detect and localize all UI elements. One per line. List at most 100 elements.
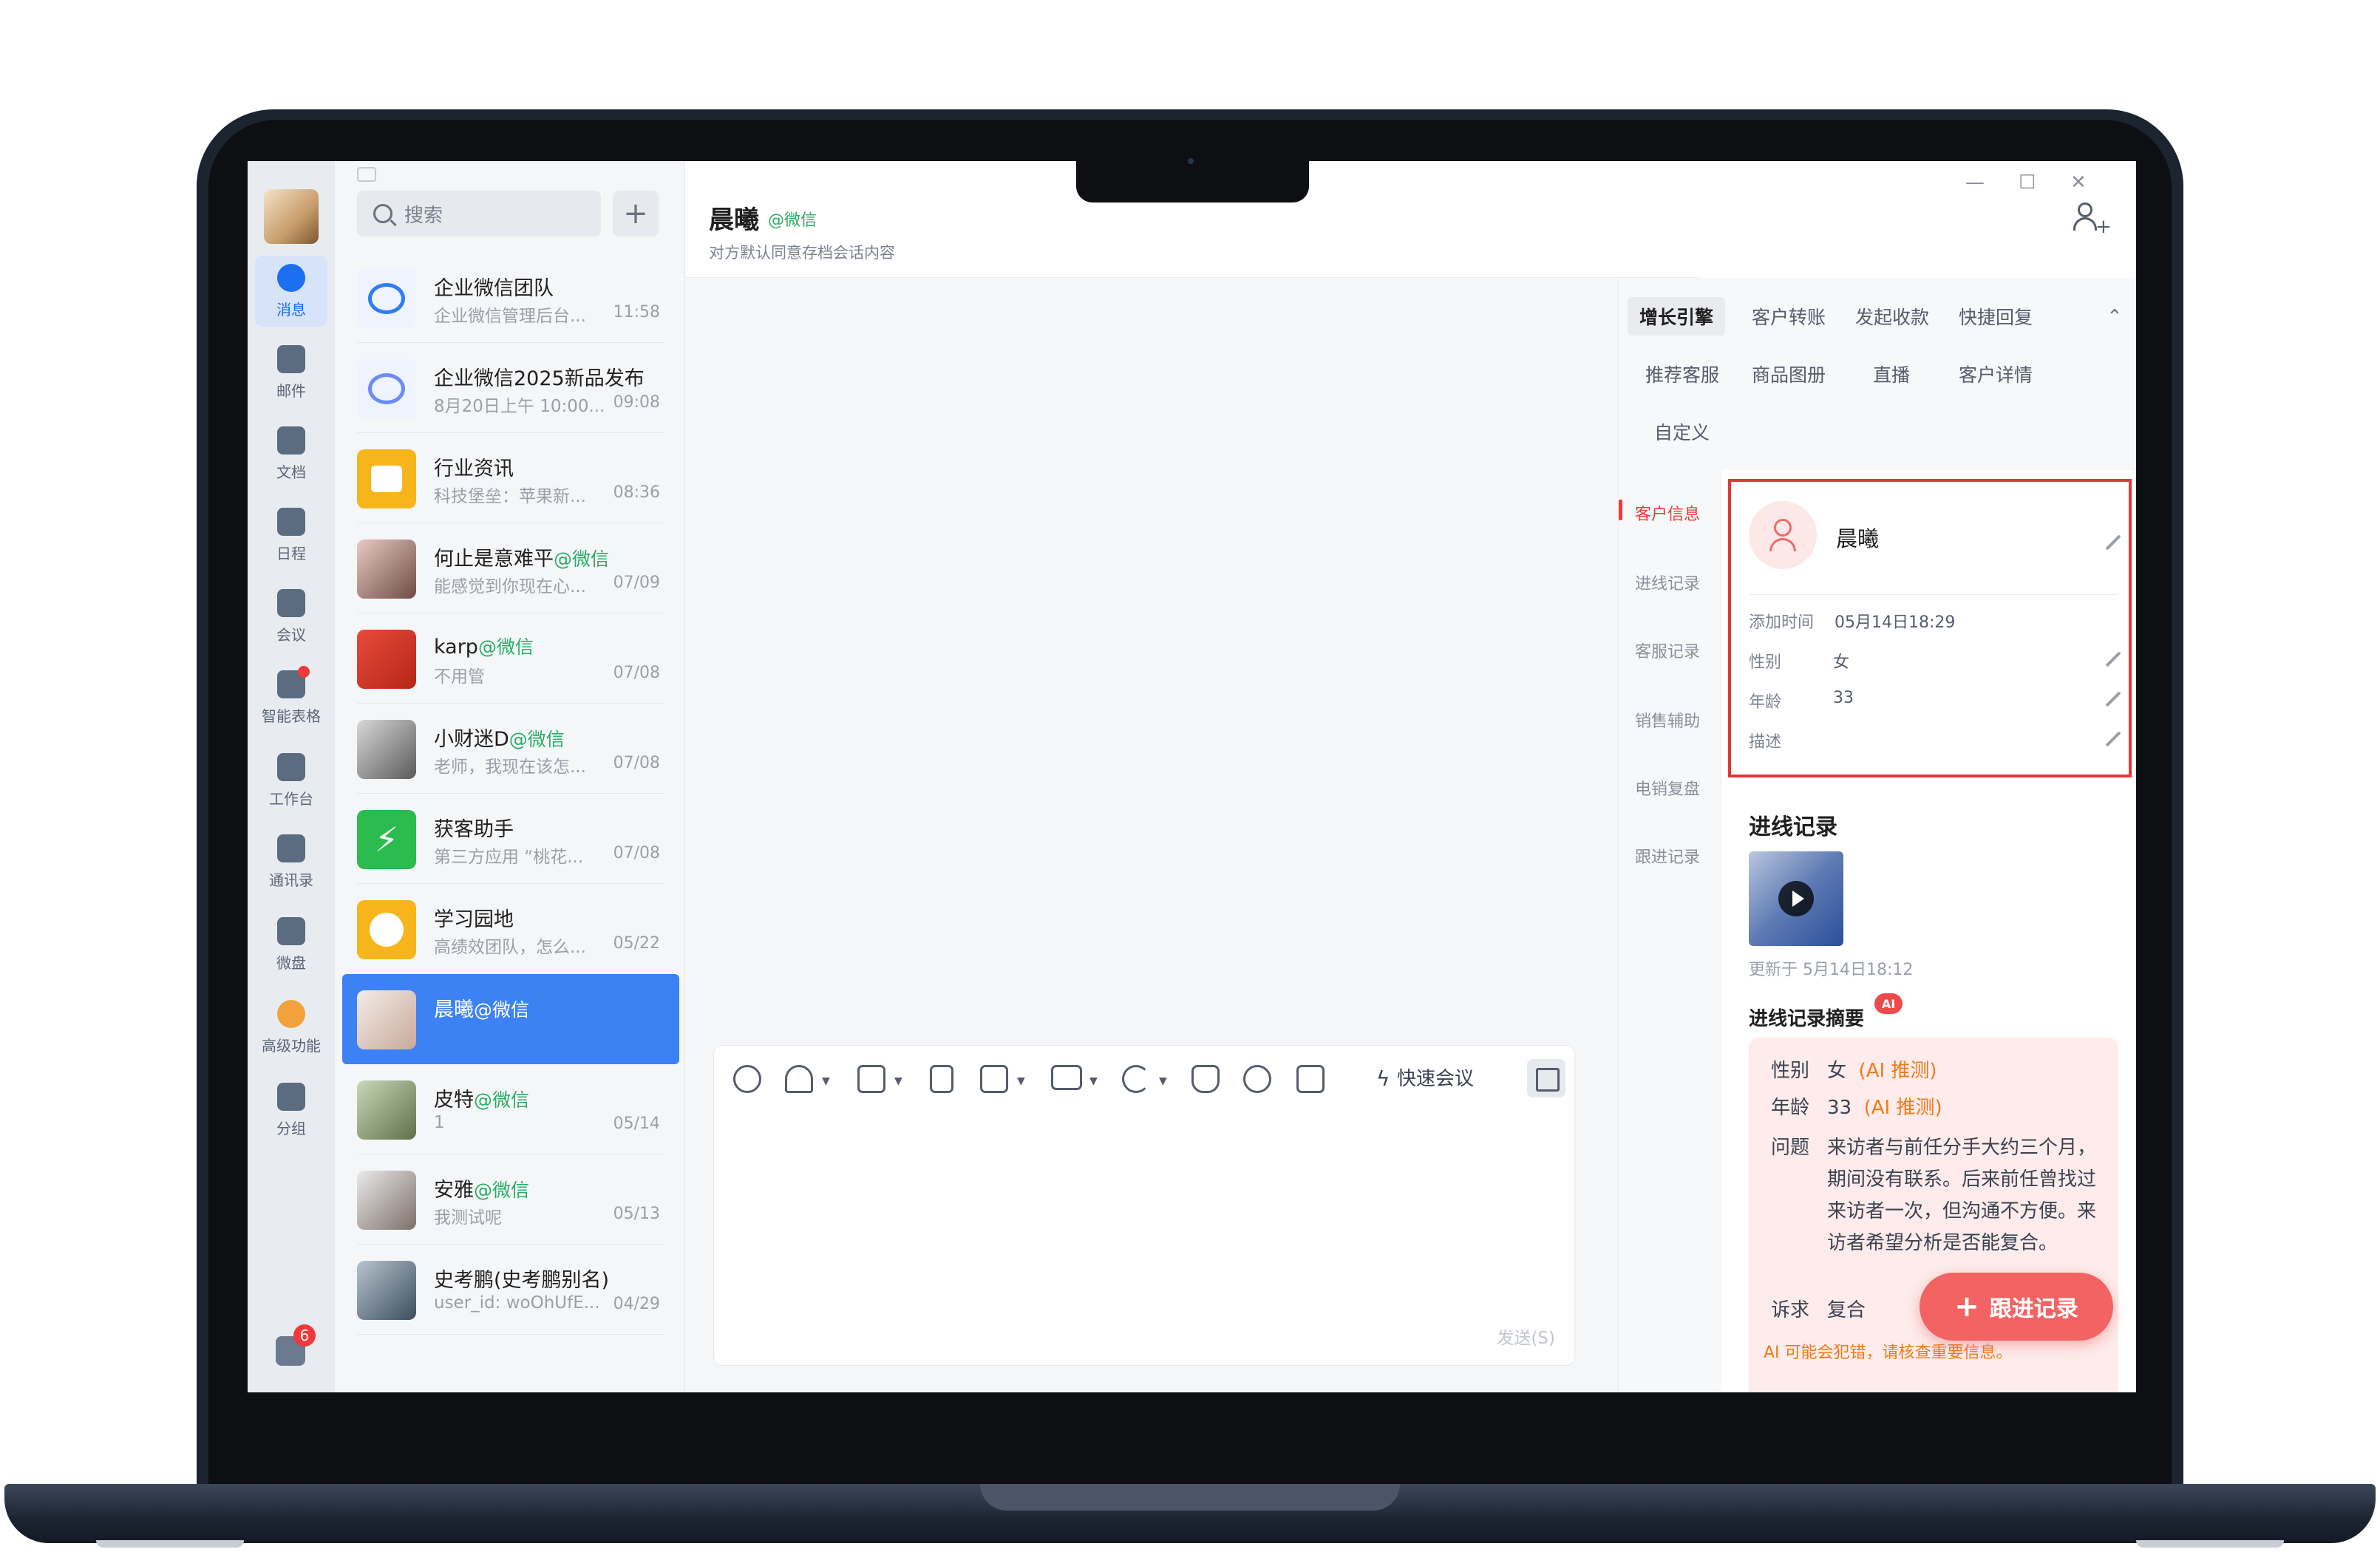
tab-recommend-service[interactable]: 推荐客服 bbox=[1645, 361, 1719, 387]
add-followup-button[interactable]: + 跟进记录 bbox=[1920, 1273, 2113, 1341]
rail-item-group[interactable]: 分组 bbox=[255, 1075, 327, 1146]
conversation-item[interactable]: 小财迷D@微信 老师，我现在该怎... 07/08 bbox=[342, 704, 679, 794]
rail-item-mail[interactable]: 邮件 bbox=[255, 337, 327, 408]
send-button[interactable]: 发送(S) bbox=[1497, 1324, 1555, 1349]
phone-icon[interactable] bbox=[1122, 1065, 1150, 1093]
chat-record-icon[interactable] bbox=[1296, 1065, 1325, 1093]
meeting-icon bbox=[277, 588, 305, 617]
vnav-inbound-records[interactable]: 进线记录 bbox=[1635, 571, 1700, 594]
vnav-telesales-review[interactable]: 电销复盘 bbox=[1635, 776, 1700, 800]
vnav-customer-info[interactable]: 客户信息 bbox=[1635, 501, 1700, 525]
conversation-preview: 1 bbox=[434, 1113, 445, 1132]
chevron-up-icon[interactable]: ⌃ bbox=[2107, 306, 2123, 328]
vnav-followup-records[interactable]: 跟进记录 bbox=[1635, 844, 1700, 868]
message-icon bbox=[277, 263, 305, 292]
quick-meeting-button[interactable]: 快速会议 bbox=[1397, 1063, 1474, 1091]
folder-icon[interactable] bbox=[1051, 1065, 1082, 1090]
side-panel-toggle-icon[interactable] bbox=[1527, 1059, 1565, 1097]
user-avatar[interactable] bbox=[264, 189, 319, 244]
avatar bbox=[357, 449, 416, 508]
planet-icon bbox=[370, 913, 404, 947]
avatar bbox=[357, 1080, 416, 1140]
rail-item-meeting[interactable]: 会议 bbox=[255, 581, 327, 652]
conversation-time: 04/29 bbox=[613, 1295, 660, 1313]
video-thumbnail[interactable] bbox=[1749, 851, 1843, 946]
rail-item-workbench[interactable]: 工作台 bbox=[255, 745, 327, 816]
image-icon[interactable] bbox=[857, 1065, 885, 1093]
conversation-item-selected[interactable]: 晨曦@微信 bbox=[342, 974, 679, 1064]
rail-item-messages[interactable]: 消息 bbox=[255, 256, 327, 327]
conversation-item[interactable]: 行业资讯 科技堡垒：苹果新... 08:36 bbox=[342, 433, 679, 523]
rail-label: 微盘 bbox=[276, 953, 306, 972]
note-icon[interactable] bbox=[930, 1065, 953, 1093]
rail-item-contacts[interactable]: 通讯录 bbox=[255, 826, 327, 897]
conversation-name: 史考鹏(史考鹏别名) bbox=[434, 1269, 610, 1292]
news-icon bbox=[371, 466, 402, 492]
conversation-preview: 我测试呢 bbox=[434, 1208, 502, 1228]
chat-title-tag: @微信 bbox=[768, 211, 817, 230]
collapse-icon[interactable] bbox=[357, 167, 376, 182]
conversation-item[interactable]: 企业微信2025新品发布 8月20日上午 10:00... 09:08 bbox=[342, 343, 679, 433]
tab-live[interactable]: 直播 bbox=[1873, 361, 1910, 387]
tab-product-album[interactable]: 商品图册 bbox=[1752, 361, 1826, 387]
conversation-item[interactable]: ⚡ 获客助手 第三方应用 “桃花... 07/08 bbox=[342, 794, 679, 884]
search-input[interactable]: 搜索 bbox=[357, 191, 601, 236]
rail-item-drive[interactable]: 微盘 bbox=[255, 909, 327, 980]
more-icon[interactable] bbox=[1243, 1065, 1271, 1093]
lightning-icon: ϟ bbox=[1376, 1066, 1390, 1091]
document-icon bbox=[277, 426, 305, 455]
tab-growth-engine[interactable]: 增长引擎 bbox=[1628, 297, 1726, 336]
close-button[interactable]: ✕ bbox=[2070, 171, 2087, 194]
vnav-service-records[interactable]: 客服记录 bbox=[1635, 639, 1700, 662]
summary-key: 性别 bbox=[1771, 1060, 1810, 1082]
avatar bbox=[357, 720, 416, 779]
conversation-time: 08:36 bbox=[613, 483, 660, 502]
vnav-sales-assist[interactable]: 销售辅助 bbox=[1635, 708, 1700, 732]
conversation-item[interactable]: 安雅@微信 我测试呢 05/13 bbox=[342, 1154, 679, 1245]
conversation-name: 企业微信团队 bbox=[434, 277, 554, 300]
scissors-icon[interactable] bbox=[785, 1065, 813, 1093]
add-member-icon[interactable]: + bbox=[2073, 202, 2112, 238]
chevron-down-icon[interactable]: ▼ bbox=[1089, 1075, 1098, 1087]
minimize-button[interactable]: — bbox=[1965, 171, 1985, 194]
unread-badge: 6 bbox=[293, 1324, 316, 1347]
conversation-name: 皮特@微信 bbox=[434, 1089, 530, 1112]
message-composer[interactable]: ▼ ▼ ▼ ▼ ▼ ϟ 快速会议 发送(S) bbox=[713, 1045, 1575, 1366]
maximize-button[interactable]: ☐ bbox=[2019, 171, 2036, 194]
updated-time: 更新于 5月14日18:12 bbox=[1749, 961, 1914, 979]
rail-label: 会议 bbox=[276, 625, 306, 644]
conversation-name: 获客助手 bbox=[434, 818, 514, 841]
search-placeholder: 搜索 bbox=[404, 204, 443, 227]
tab-quick-reply[interactable]: 快捷回复 bbox=[1959, 303, 2033, 330]
rail-item-calendar[interactable]: 日程 bbox=[255, 500, 327, 571]
conversation-item[interactable]: 学习园地 高绩效团队，怎么... 05/22 bbox=[342, 884, 679, 974]
summary-title: 进线记录摘要 bbox=[1749, 1008, 1865, 1030]
chevron-down-icon[interactable]: ▼ bbox=[894, 1075, 902, 1087]
chat-archive-notice: 对方默认同意存档会话内容 bbox=[709, 244, 895, 262]
payment-icon[interactable] bbox=[1191, 1065, 1220, 1093]
rail-item-docs[interactable]: 文档 bbox=[255, 418, 327, 489]
tab-custom[interactable]: 自定义 bbox=[1654, 418, 1710, 445]
conversation-time: 07/08 bbox=[613, 844, 660, 862]
tab-customer-transfer[interactable]: 客户转账 bbox=[1752, 303, 1826, 330]
summary-value: 来访者与前任分手大约三个月，期间没有联系。后来前任曾找过来访者一次，但沟通不方便… bbox=[1827, 1137, 2097, 1254]
rail-item-smart-table[interactable]: 智能表格 bbox=[255, 662, 327, 733]
conversation-item[interactable]: 皮特@微信 1 05/14 bbox=[342, 1064, 679, 1154]
emoji-icon[interactable] bbox=[733, 1065, 761, 1093]
search-icon bbox=[373, 204, 392, 223]
tab-customer-detail[interactable]: 客户详情 bbox=[1959, 361, 2033, 387]
avatar bbox=[357, 1171, 416, 1230]
chevron-down-icon[interactable]: ▼ bbox=[1017, 1075, 1025, 1087]
checkbox-icon[interactable] bbox=[980, 1065, 1008, 1093]
conversation-item[interactable]: 企业微信团队 企业微信管理后台... 11:58 bbox=[342, 253, 679, 343]
chevron-down-icon[interactable]: ▼ bbox=[1159, 1075, 1167, 1087]
chevron-down-icon[interactable]: ▼ bbox=[822, 1075, 830, 1087]
conversation-item[interactable]: 何止是意难平@微信 能感觉到你现在心... 07/09 bbox=[342, 523, 679, 613]
conversation-item[interactable]: karp@微信 不用管 07/08 bbox=[342, 613, 679, 704]
active-indicator bbox=[1619, 500, 1622, 520]
conversation-item[interactable]: 史考鹏(史考鹏别名) user_id: woOhUfE... 04/29 bbox=[342, 1245, 679, 1335]
rail-item-premium[interactable]: 高级功能 bbox=[255, 992, 327, 1063]
tab-collect-payment[interactable]: 发起收款 bbox=[1855, 303, 1929, 330]
conversation-preview: 8月20日上午 10:00... bbox=[434, 397, 605, 416]
add-button[interactable]: + bbox=[613, 191, 659, 236]
